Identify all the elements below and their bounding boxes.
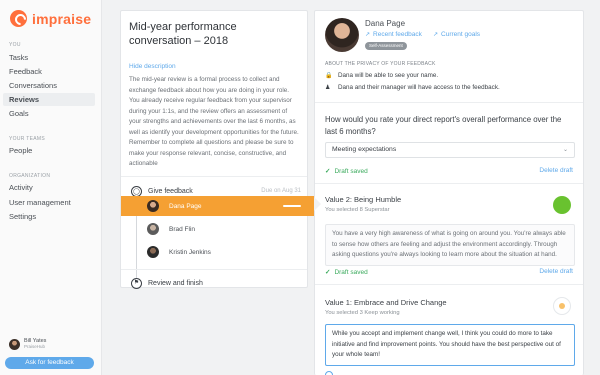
sidebar-item-feedback[interactable]: Feedback: [3, 65, 95, 78]
impraise-logo-icon: [10, 10, 27, 27]
reviewee-item-brad-flin[interactable]: Brad Flin: [147, 219, 299, 239]
sidebar-item-user-management[interactable]: User management: [3, 196, 95, 209]
check-icon: ✓: [325, 168, 331, 175]
ask-for-feedback-button[interactable]: Ask for feedback: [5, 357, 94, 369]
divider: [315, 183, 583, 184]
avatar: [147, 246, 159, 258]
avatar: [9, 338, 20, 350]
draft-saved-label: Draft saved: [334, 268, 368, 276]
conversation-card: Mid-year performance conversation – 2018…: [120, 10, 329, 289]
chat-bubble-icon: ◯: [131, 185, 142, 197]
rating-select-value: Meeting expectations: [332, 146, 397, 153]
draft-saved-status: ✓ Draft saved: [325, 167, 368, 176]
sidebar: impraise YOU Tasks Feedback Conversation…: [0, 0, 102, 375]
value-2-selection: You selected 8 Superstar: [325, 207, 390, 213]
reviewee-item-kristin-jenkins[interactable]: Kristin Jenkins: [147, 242, 299, 262]
privacy-heading: ABOUT THE PRIVACY OF YOUR FEEDBACK: [325, 61, 436, 67]
value-1-selection: You selected 3 Keep working: [325, 310, 400, 316]
user-org: PraiseHub: [24, 344, 46, 349]
value-1-feedback-textarea[interactable]: While you accept and implement change we…: [325, 324, 575, 366]
sidebar-item-settings[interactable]: Settings: [3, 210, 95, 223]
sidebar-item-activity[interactable]: Activity: [3, 181, 95, 194]
external-link-icon: ↗: [365, 32, 371, 38]
hide-description-link[interactable]: Hide description: [129, 63, 176, 70]
chevron-down-icon: ⌄: [562, 147, 568, 153]
flag-icon: ⚑: [131, 278, 142, 289]
value-2-feedback-text[interactable]: You have a very high awareness of what i…: [325, 224, 575, 266]
page-title: Mid-year performance conversation – 2018: [129, 21, 237, 47]
external-link-icon: ↗: [433, 32, 439, 38]
privacy-name-notice: 🔒 Dana will be able to see your name.: [325, 72, 438, 79]
status-circle-icon: [325, 371, 333, 375]
draft-saved-status: ✓ Draft saved: [325, 268, 368, 277]
reviewee-name: Brad Flin: [169, 225, 196, 233]
reviewee-name: Kristin Jenkins: [169, 248, 211, 256]
divider: [315, 102, 583, 103]
privacy-text: Dana and their manager will have access …: [338, 84, 500, 91]
users-icon: ♟: [325, 85, 331, 91]
status-badge: Self-Assessment: [365, 42, 407, 50]
sidebar-item-conversations[interactable]: Conversations: [3, 79, 95, 92]
reviewee-item-dana-page[interactable]: Dana Page: [121, 196, 329, 216]
recent-feedback-link[interactable]: ↗ Recent feedback: [365, 31, 422, 38]
reviewee-title: Dana Page: [365, 19, 406, 28]
privacy-text: Dana will be able to see your name.: [338, 72, 439, 79]
delete-draft-link[interactable]: Delete draft: [539, 167, 573, 174]
divider: [121, 269, 307, 270]
avatar: [147, 223, 159, 235]
current-goals-label: Current goals: [441, 31, 481, 38]
avatar: [325, 18, 359, 52]
question-text: How would you rate your direct report's …: [325, 115, 562, 136]
review-and-finish-label: Review and finish: [148, 280, 203, 287]
divider: [121, 176, 307, 177]
sidebar-item-tasks[interactable]: Tasks: [3, 51, 95, 64]
section-your-teams: YOUR TEAMS: [9, 136, 45, 142]
avatar: [147, 200, 159, 212]
brand[interactable]: impraise: [10, 10, 91, 27]
privacy-access-notice: ♟ Dana and their manager will have acces…: [325, 84, 500, 91]
sidebar-item-goals[interactable]: Goals: [3, 107, 95, 120]
current-user[interactable]: Bill Yates PraiseHub: [9, 338, 46, 350]
delete-draft-link[interactable]: Delete draft: [539, 268, 573, 275]
recent-feedback-label: Recent feedback: [373, 31, 422, 38]
brand-name: impraise: [32, 10, 92, 27]
rating-indicator[interactable]: [553, 196, 571, 214]
sidebar-item-people[interactable]: People: [3, 144, 95, 157]
progress-bar: [283, 205, 301, 207]
draft-saved-label: Draft saved: [334, 167, 368, 175]
current-goals-link[interactable]: ↗ Current goals: [433, 31, 480, 38]
rating-indicator[interactable]: [553, 297, 571, 315]
active-pointer: [314, 197, 321, 211]
review-and-finish-step[interactable]: ⚑ Review and finish: [131, 278, 203, 289]
section-you: YOU: [9, 42, 21, 48]
check-icon: ✓: [325, 269, 331, 276]
feedback-panel: Dana Page ↗ Recent feedback ↗ Current go…: [314, 10, 584, 375]
value-2-title: Value 2: Being Humble: [325, 195, 402, 204]
rating-select[interactable]: Meeting expectations ⌄: [325, 142, 575, 158]
divider: [315, 284, 583, 285]
description: The mid-year review is a formal process …: [129, 76, 299, 167]
value-1-title: Value 1: Embrace and Drive Change: [325, 298, 447, 307]
lock-icon: 🔒: [325, 73, 333, 79]
section-organization: ORGANIZATION: [9, 173, 51, 179]
reviewee-name: Dana Page: [169, 202, 202, 210]
give-feedback-label: Give feedback: [148, 187, 193, 195]
due-date: Due on Aug 31: [261, 188, 301, 194]
sidebar-item-reviews[interactable]: Reviews: [3, 93, 95, 106]
